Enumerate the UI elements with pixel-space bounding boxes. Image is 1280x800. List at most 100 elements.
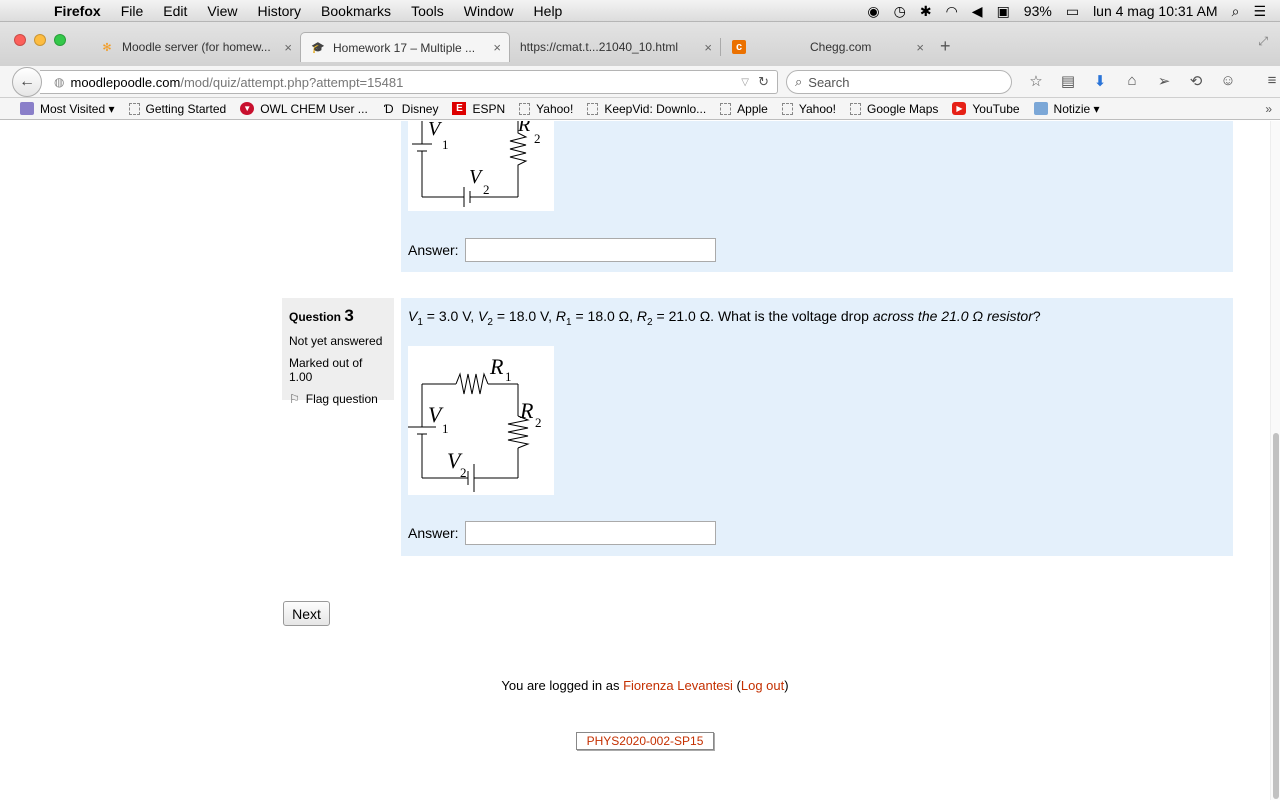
hello-icon[interactable]: ☺: [1212, 72, 1244, 90]
folder-icon: [1033, 102, 1048, 115]
label-r2-sub: 2: [534, 131, 541, 146]
label-v1-sub: 1: [442, 137, 449, 152]
question-3-text: V1 = 3.0 V, V2 = 18.0 V, R1 = 18.0 Ω, R2…: [408, 308, 1041, 328]
bookmark-youtube[interactable]: ▶ YouTube: [952, 102, 1020, 116]
menu-window[interactable]: Window: [464, 3, 514, 19]
home-icon[interactable]: ⌂: [1116, 72, 1148, 90]
minimize-window-button[interactable]: [34, 34, 46, 46]
fullscreen-icon[interactable]: ⤢: [1258, 34, 1268, 49]
notification-center-icon[interactable]: ☰: [1253, 3, 1266, 20]
next-button[interactable]: Next: [283, 601, 330, 626]
bookmark-label: Google Maps: [867, 101, 939, 116]
toolbar-icons: ☆ ▤ ⬇ ⌂ ➢ ⟲ ☺ ≡: [1020, 72, 1280, 90]
hamburger-menu-icon[interactable]: ≡: [1256, 72, 1280, 90]
close-tab-icon[interactable]: ×: [916, 40, 924, 55]
window-controls: [14, 34, 74, 46]
wifi-icon[interactable]: ◠: [946, 3, 958, 20]
privacy-icon[interactable]: ◉: [867, 3, 879, 20]
flag-question-link[interactable]: ⚐ Flag question: [289, 392, 387, 406]
question-marks: Marked out of 1.00: [289, 356, 363, 384]
reload-icon[interactable]: ↻: [758, 74, 769, 90]
tab-title: Moodle server (for homew...: [122, 40, 271, 54]
bookmark-apple[interactable]: Apple: [720, 102, 768, 116]
question-number: Question 3: [289, 306, 387, 326]
sync-icon[interactable]: ⟲: [1180, 72, 1212, 90]
menu-file[interactable]: File: [121, 3, 144, 19]
logout-close-paren: ): [784, 678, 789, 693]
bookmark-label: Disney: [401, 101, 439, 116]
page-icon: [781, 102, 793, 115]
menu-history[interactable]: History: [257, 3, 301, 19]
question-3-answer-input[interactable]: [464, 521, 716, 545]
espn-icon: E: [452, 102, 467, 115]
flag-icon: ⚐: [289, 392, 300, 406]
bookmark-disney[interactable]: Ɗ Disney: [382, 102, 439, 116]
bookmark-most-visited[interactable]: Most Visited ▾: [20, 102, 115, 116]
bookmarks-overflow-icon[interactable]: »: [1265, 102, 1272, 116]
val-r2: = 21.0 Ω. What is the voltage drop: [652, 308, 873, 324]
bookmark-google-maps[interactable]: Google Maps: [850, 102, 938, 116]
calendar-icon[interactable]: ▣: [997, 3, 1010, 20]
user-profile-link[interactable]: Fiorenza Levantesi: [623, 678, 733, 693]
menu-app[interactable]: Firefox: [54, 3, 101, 19]
new-tab-icon[interactable]: +: [940, 36, 951, 57]
back-button[interactable]: ←: [12, 67, 42, 97]
close-tab-icon[interactable]: ×: [704, 40, 712, 55]
reading-list-icon[interactable]: ▤: [1052, 72, 1084, 90]
logout-link[interactable]: Log out: [741, 678, 784, 693]
var-r2: R: [636, 308, 648, 324]
menu-help[interactable]: Help: [534, 3, 563, 19]
menu-edit[interactable]: Edit: [163, 3, 187, 19]
question-2-answer-input[interactable]: [464, 238, 716, 262]
site-identity-icon[interactable]: ◍: [54, 75, 64, 89]
menu-bookmarks[interactable]: Bookmarks: [321, 3, 391, 19]
battery-percent[interactable]: 93%: [1024, 3, 1052, 19]
logout-open-paren: (: [732, 678, 741, 693]
zoom-window-button[interactable]: [54, 34, 66, 46]
volume-icon[interactable]: ◀: [972, 3, 983, 20]
circuit-diagram: R 1 R 2 V 1 V 2: [408, 354, 542, 492]
question-end: ?: [1032, 308, 1041, 324]
tab-homework-17[interactable]: 🎓 Homework 17 – Multiple ... ×: [300, 32, 510, 62]
vertical-scrollbar[interactable]: [1270, 121, 1280, 800]
page-icon: [720, 102, 732, 115]
bookmark-notizie[interactable]: Notizie ▾: [1033, 102, 1100, 116]
val-r1: = 18.0 Ω,: [571, 308, 637, 324]
course-link[interactable]: PHYS2020-002-SP15: [576, 732, 714, 750]
label-r2-sub: 2: [535, 415, 542, 430]
question-emphasis: across the 21.0 Ω resistor: [872, 308, 1033, 324]
battery-icon: ▭: [1065, 2, 1080, 19]
label-r1: R: [489, 354, 504, 379]
close-tab-icon[interactable]: ×: [493, 40, 501, 55]
bookmark-label: Yahoo!: [536, 101, 574, 116]
bookmark-star-icon[interactable]: ☆: [1020, 72, 1052, 90]
clock[interactable]: lun 4 mag 10:31 AM: [1093, 3, 1218, 19]
menu-tools[interactable]: Tools: [411, 3, 444, 19]
bookmark-getting-started[interactable]: Getting Started: [128, 102, 226, 116]
menu-view[interactable]: View: [207, 3, 237, 19]
question-number-value: 3: [344, 306, 354, 325]
tab-cmat[interactable]: https://cmat.t...21040_10.html ×: [510, 34, 720, 60]
bookmark-yahoo[interactable]: Yahoo!: [519, 102, 573, 116]
url-history-dropdown-icon[interactable]: ▽: [741, 77, 749, 88]
close-tab-icon[interactable]: ×: [284, 40, 292, 55]
bookmark-yahoo-2[interactable]: Yahoo!: [781, 102, 836, 116]
scrollbar-thumb[interactable]: [1273, 433, 1279, 799]
search-bar[interactable]: ⌕ Search: [786, 70, 1012, 94]
label-v2-sub: 2: [483, 182, 490, 197]
close-window-button[interactable]: [14, 34, 26, 46]
bookmark-espn[interactable]: E ESPN: [452, 102, 505, 116]
url-bar[interactable]: ◍ moodlepoodle.com /mod/quiz/attempt.php…: [40, 70, 778, 94]
time-machine-icon[interactable]: ◷: [894, 3, 906, 20]
bluetooth-icon[interactable]: ✱: [920, 3, 932, 20]
tab-chegg[interactable]: c Chegg.com ×: [722, 34, 932, 60]
tab-title: Chegg.com: [810, 40, 872, 54]
question-3-answer: Answer:: [408, 521, 716, 545]
bookmark-owl-chem[interactable]: ▼ OWL CHEM User ...: [240, 102, 368, 116]
spotlight-icon[interactable]: ⌕: [1232, 3, 1240, 20]
send-icon[interactable]: ➢: [1148, 72, 1180, 90]
bookmark-keepvid[interactable]: KeepVid: Downlo...: [587, 102, 706, 116]
question-2-answer: Answer:: [408, 238, 716, 262]
tab-moodle-server[interactable]: ✻ Moodle server (for homew... ×: [90, 34, 300, 60]
downloads-icon[interactable]: ⬇: [1084, 72, 1116, 90]
